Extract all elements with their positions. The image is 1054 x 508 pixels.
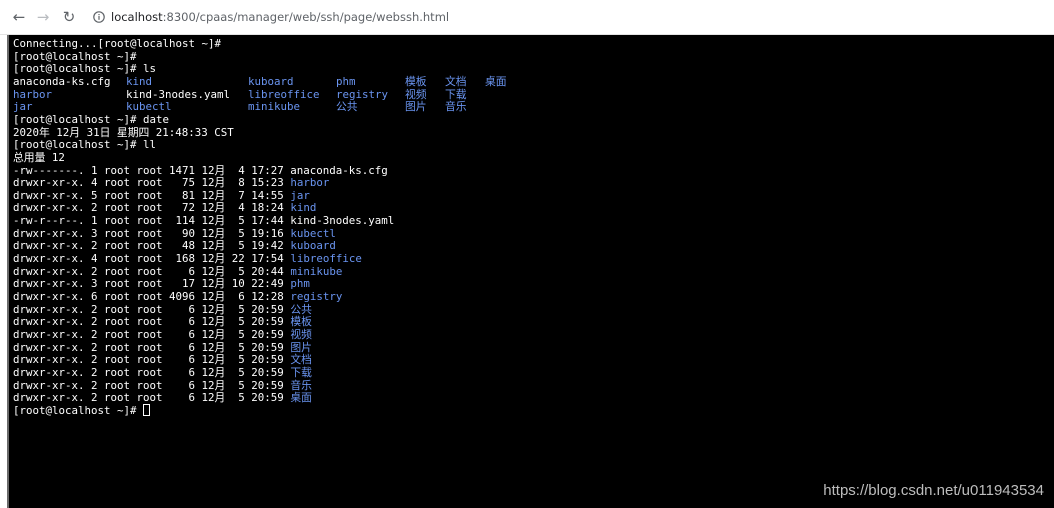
terminal-line: -rw-r--r--. 1 root root 114 12月 5 17:44 … (13, 214, 395, 228)
browser-toolbar: ← → ↻ localhost:8300/cpaas/manager/web/s… (0, 0, 1054, 35)
dir-name: 模板 (290, 315, 312, 329)
terminal-line: [root@localhost ~]# (13, 403, 151, 417)
ls-entry: minikube (248, 100, 301, 114)
url-path: :8300/cpaas/manager/web/ssh/page/webssh.… (162, 10, 450, 24)
terminal-line: harbor (13, 87, 53, 101)
terminal-line: drwxr-xr-x. 3 root root 17 12月 10 22:49 … (13, 277, 310, 291)
ls-entry: libreoffice (248, 87, 320, 101)
dir-name: kind (290, 201, 317, 215)
dir-name: 图片 (290, 340, 312, 354)
address-bar[interactable]: localhost:8300/cpaas/manager/web/ssh/pag… (93, 5, 449, 29)
ls-entry: kuboard (248, 74, 294, 88)
ls-entry: kind-3nodes.yaml (126, 87, 231, 101)
terminal-line: -rw-------. 1 root root 1471 12月 4 17:27… (13, 163, 388, 177)
terminal-line: drwxr-xr-x. 2 root root 6 12月 5 20:59 音乐 (13, 378, 312, 392)
terminal-line: jar (13, 100, 33, 114)
ls-entry: phm (336, 74, 356, 88)
terminal-window[interactable]: Connecting...[root@localhost ~]# [root@lo… (7, 35, 1054, 508)
ls-entry: 桌面 (485, 74, 507, 88)
terminal-line: [root@localhost ~]# ll (13, 138, 157, 152)
terminal-line: drwxr-xr-x. 2 root root 48 12月 5 19:42 k… (13, 239, 336, 253)
dir-name: registry (290, 290, 343, 303)
terminal-line: drwxr-xr-x. 2 root root 6 12月 5 20:44 mi… (13, 264, 343, 278)
terminal-line: drwxr-xr-x. 2 root root 6 12月 5 20:59 视频 (13, 327, 312, 341)
terminal-cursor (143, 403, 151, 416)
terminal-line: drwxr-xr-x. 2 root root 72 12月 4 18:24 k… (13, 201, 317, 215)
ls-entry: 模板 (405, 74, 427, 88)
dir-name: 文档 (290, 353, 312, 367)
dir-name: 公共 (290, 302, 312, 316)
watermark: https://blog.csdn.net/u011943534 (823, 482, 1044, 499)
dir-name: minikube (290, 264, 343, 278)
ls-entry: kubectl (126, 100, 172, 114)
terminal-line: drwxr-xr-x. 5 root root 81 12月 7 14:55 j… (13, 188, 310, 202)
terminal-line: drwxr-xr-x. 2 root root 6 12月 5 20:59 公共 (13, 302, 312, 316)
terminal-line: drwxr-xr-x. 2 root root 6 12月 5 20:59 下载 (13, 365, 312, 379)
terminal-line: drwxr-xr-x. 2 root root 6 12月 5 20:59 图片 (13, 340, 312, 354)
ls-entry: 公共 (336, 100, 358, 114)
terminal-line: 总用量 12 (13, 150, 65, 164)
dir-name: 音乐 (290, 378, 312, 392)
terminal-line: 2020年 12月 31日 星期四 21:48:33 CST (13, 125, 234, 139)
terminal-line: [root@localhost ~]# ls (13, 62, 157, 76)
ls-entry: 下载 (445, 87, 467, 101)
terminal-line: drwxr-xr-x. 4 root root 75 12月 8 15:23 h… (13, 176, 330, 190)
dir-name: 视频 (290, 327, 312, 341)
ls-entry: registry (336, 87, 389, 101)
terminal-line: drwxr-xr-x. 3 root root 90 12月 5 19:16 k… (13, 226, 336, 240)
ls-entry: 图片 (405, 100, 427, 114)
dir-name: phm (290, 277, 310, 291)
ls-entry: 视频 (405, 87, 427, 101)
terminal-line: drwxr-xr-x. 2 root root 6 12月 5 20:59 桌面 (13, 391, 312, 405)
terminal-line: Connecting...[root@localhost ~]# (13, 37, 222, 50)
info-icon[interactable] (93, 11, 105, 23)
dir-name: libreoffice (290, 252, 362, 266)
terminal-line: [root@localhost ~]# date (13, 112, 170, 126)
forward-arrow-icon[interactable]: → (33, 7, 53, 27)
dir-name: kuboard (290, 239, 336, 253)
dir-name: 下载 (290, 365, 312, 379)
reload-icon[interactable]: ↻ (59, 7, 79, 27)
dir-name: kubectl (290, 226, 336, 240)
back-arrow-icon[interactable]: ← (9, 7, 29, 27)
terminal-line: drwxr-xr-x. 2 root root 6 12月 5 20:59 模板 (13, 315, 312, 329)
terminal-line: [root@localhost ~]# (13, 49, 137, 63)
dir-name: 桌面 (290, 391, 312, 405)
terminal-line: anaconda-ks.cfg (13, 74, 111, 88)
terminal-line: drwxr-xr-x. 4 root root 168 12月 22 17:54… (13, 252, 362, 266)
ls-entry: kind (126, 74, 153, 88)
dir-name: jar (290, 188, 310, 202)
ls-entry: 音乐 (445, 100, 467, 114)
dir-name: harbor (290, 176, 330, 190)
terminal-line: drwxr-xr-x. 6 root root 4096 12月 6 12:28… (13, 290, 343, 303)
ls-entry: 文档 (445, 74, 467, 88)
url-host: localhost (111, 10, 163, 24)
terminal-line: drwxr-xr-x. 2 root root 6 12月 5 20:59 文档 (13, 353, 312, 367)
